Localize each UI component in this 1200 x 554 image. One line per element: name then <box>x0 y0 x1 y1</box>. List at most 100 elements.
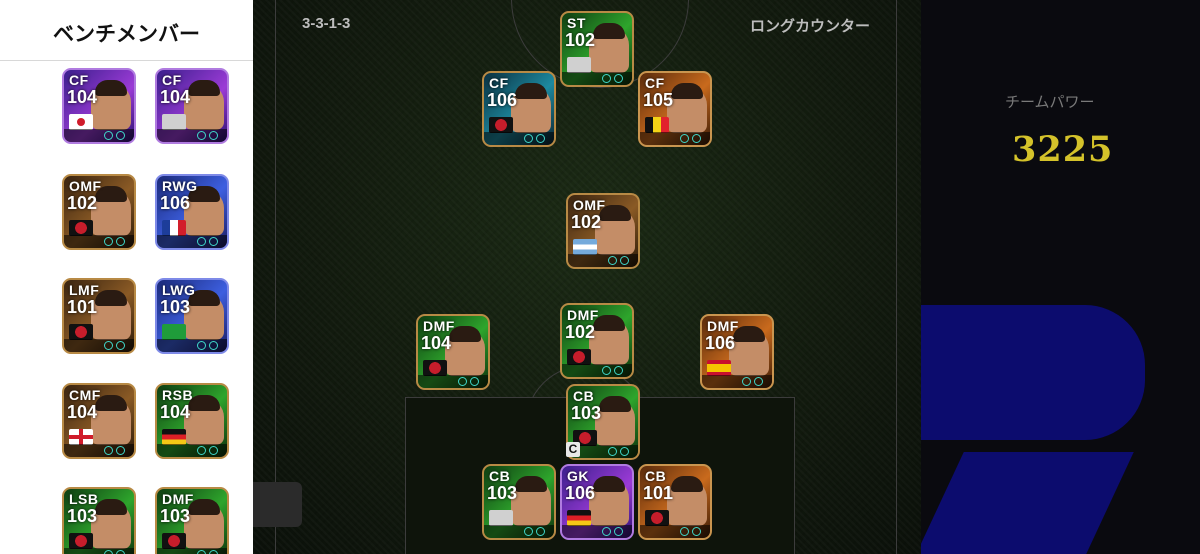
bench-title: ベンチメンバー <box>53 23 200 46</box>
player-position: GK <box>567 468 589 484</box>
formation-label[interactable]: 3-3-1-3 <box>302 15 350 32</box>
player-position: DMF <box>707 318 739 334</box>
club-crest-icon <box>489 117 513 133</box>
skill-icon <box>680 134 689 143</box>
player-position: CB <box>489 468 511 484</box>
bench-card[interactable]: LSB 103 <box>62 487 136 554</box>
panel-toggle-handle[interactable] <box>253 482 302 527</box>
player-card-omf[interactable]: OMF 102 <box>566 193 640 269</box>
skill-icon <box>197 131 206 140</box>
ac-milan-crest-icon <box>423 360 447 376</box>
player-card-cb-right[interactable]: CB 101 <box>638 464 712 540</box>
club-crest-icon <box>567 57 591 73</box>
player-rating: 103 <box>571 403 602 423</box>
bench-card[interactable]: CF 104 <box>155 68 229 144</box>
player-rating: 101 <box>643 483 674 503</box>
player-position: OMF <box>69 178 102 194</box>
player-card-cf-left[interactable]: CF 106 <box>482 71 556 147</box>
bench-card[interactable]: OMF 102 <box>62 174 136 250</box>
japan-flag-icon <box>69 114 93 130</box>
team-power-label: チームパワー <box>1005 94 1095 111</box>
player-card-dmf-left[interactable]: DMF 104 <box>416 314 490 390</box>
bench-card[interactable]: RSB 104 <box>155 383 229 459</box>
skill-icon <box>197 446 206 455</box>
player-rating: 104 <box>160 402 191 422</box>
skill-icon <box>470 377 479 386</box>
player-card-dmf-right[interactable]: DMF 106 <box>700 314 774 390</box>
player-position: CF <box>645 75 665 91</box>
decorative-shape <box>920 452 1134 554</box>
player-rating: 104 <box>421 333 452 353</box>
skill-bar <box>157 548 227 554</box>
player-position: CB <box>645 468 667 484</box>
skill-icon <box>458 377 467 386</box>
skill-icon <box>680 527 689 536</box>
skill-icon <box>614 527 623 536</box>
skill-icon <box>602 527 611 536</box>
player-rating: 104 <box>160 87 191 107</box>
bench-card[interactable]: RWG 106 <box>155 174 229 250</box>
skill-icon <box>209 446 218 455</box>
skill-bar <box>64 339 134 352</box>
skill-icon <box>197 341 206 350</box>
france-flag-icon <box>162 220 186 236</box>
skill-icon <box>197 237 206 246</box>
player-rating: 104 <box>67 402 98 422</box>
bench-card[interactable]: LMF 101 <box>62 278 136 354</box>
bench-panel: ベンチメンバー CF 104 CF 104 OMF 102 RWG 106 LMF 101… <box>0 0 253 554</box>
bench-card[interactable]: CF 104 <box>62 68 136 144</box>
player-position: LMF <box>69 282 100 298</box>
skill-icon <box>116 446 125 455</box>
player-position: CF <box>162 72 182 88</box>
decorative-shape <box>920 305 1145 440</box>
club-crest-icon <box>489 510 513 526</box>
skill-icon <box>602 366 611 375</box>
skill-icon <box>197 550 206 554</box>
player-position: DMF <box>423 318 455 334</box>
skill-icon <box>536 134 545 143</box>
argentina-flag-icon <box>573 239 597 255</box>
skill-bar <box>640 525 710 538</box>
player-rating: 106 <box>705 333 736 353</box>
skill-icon <box>104 131 113 140</box>
player-position: DMF <box>162 491 194 507</box>
player-card-st[interactable]: ST 102 <box>560 11 634 87</box>
player-card-dmf-center[interactable]: DMF 102 <box>560 303 634 379</box>
arsenal-crest-icon <box>567 349 591 365</box>
barcelona-crest-icon <box>645 510 669 526</box>
skill-icon <box>104 550 113 554</box>
player-position: RSB <box>162 387 194 403</box>
skill-bar <box>64 444 134 457</box>
bench-card[interactable]: LWG 103 <box>155 278 229 354</box>
tactic-label[interactable]: ロングカウンター <box>750 15 870 36</box>
skill-icon <box>209 341 218 350</box>
skill-icon <box>614 366 623 375</box>
skill-icon <box>116 131 125 140</box>
skill-icon <box>692 134 701 143</box>
player-card-cb-left[interactable]: CB 103 <box>482 464 556 540</box>
bench-card[interactable]: DMF 103 <box>155 487 229 554</box>
player-rating: 101 <box>67 297 98 317</box>
skill-icon <box>116 237 125 246</box>
skill-icon <box>104 341 113 350</box>
skill-bar <box>64 129 134 142</box>
player-rating: 106 <box>160 193 191 213</box>
skill-icon <box>209 131 218 140</box>
skill-bar <box>157 339 227 352</box>
bench-card[interactable]: CMF 104 <box>62 383 136 459</box>
player-rating: 102 <box>565 322 596 342</box>
belgium-flag-icon <box>645 117 669 133</box>
skill-icon <box>209 550 218 554</box>
player-position: CF <box>69 72 89 88</box>
skill-icon <box>209 237 218 246</box>
player-card-gk[interactable]: GK 106 <box>560 464 634 540</box>
club-crest-icon <box>162 114 186 130</box>
player-position: CMF <box>69 387 101 403</box>
player-position: CF <box>489 75 509 91</box>
player-card-cf-right[interactable]: CF 105 <box>638 71 712 147</box>
team-power-value: 3225 <box>1012 129 1114 170</box>
skill-bar <box>702 375 772 388</box>
player-rating: 104 <box>67 87 98 107</box>
skill-icon <box>104 446 113 455</box>
player-rating: 106 <box>487 90 518 110</box>
